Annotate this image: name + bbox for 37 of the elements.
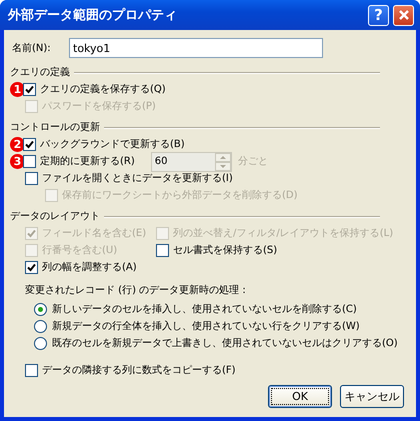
ok-button[interactable]: OK	[268, 385, 332, 408]
radio-label: 新規データの行全体を挿入し、使用されていない行をクリアする(W)	[52, 320, 360, 334]
section-heading: データのレイアウト	[10, 210, 100, 224]
checkbox-label: 列の並べ替え/フィルタ/レイアウトを保持する(L)	[173, 226, 394, 241]
checkbox-label: 列の幅を調整する(A)	[42, 260, 137, 275]
prompt-text: 変更されたレコード (行) のデータ更新時の処理 :	[25, 284, 246, 298]
checkbox-label: 定期的に更新する(R)	[40, 154, 135, 169]
help-button[interactable]: ?	[368, 4, 389, 26]
window-title: 外部データ範囲のプロパティ	[8, 6, 177, 24]
name-field[interactable]: tokyo1	[69, 38, 323, 58]
checkbox[interactable]	[23, 83, 36, 96]
checkbox-label: クエリの定義を保存する(Q)	[40, 82, 166, 97]
radio-button[interactable]	[34, 303, 47, 316]
checkbox[interactable]	[23, 155, 36, 168]
checkbox[interactable]	[25, 172, 38, 185]
checkbox-label: パスワードを保存する(P)	[42, 100, 156, 114]
cancel-button[interactable]: キャンセル	[340, 385, 404, 408]
radio-label: 新しいデータのセルを挿入し、使用されていないセルを削除する(C)	[52, 302, 357, 317]
close-icon[interactable]	[393, 4, 414, 26]
checkbox-label: ファイルを開くときにデータを更新する(I)	[42, 172, 233, 186]
section-heading: クエリの定義	[10, 66, 70, 80]
checkbox-label: バックグラウンドで更新する(B)	[40, 138, 185, 152]
name-label: 名前(N):	[12, 42, 52, 56]
checkbox-label: セル書式を保持する(S)	[173, 244, 278, 258]
radio-label: 既存のセルを新規データで上書きし、使用されていないセルはクリアする(O)	[52, 336, 398, 351]
checkbox[interactable]	[25, 261, 38, 274]
checkbox-label: 行番号を含む(U)	[42, 244, 118, 258]
checkbox[interactable]	[25, 364, 38, 377]
radio-button[interactable]	[34, 320, 47, 333]
unit-label: 分ごと	[238, 155, 268, 169]
checkbox-label: 保存前にワークシートから外部データを削除する(D)	[62, 188, 298, 203]
checkbox-label: データの隣接する列に数式をコピーする(F)	[42, 364, 236, 378]
radio-button[interactable]	[34, 337, 47, 350]
checkbox[interactable]	[23, 138, 36, 151]
checkbox[interactable]	[156, 244, 169, 257]
checkbox-label: フィールド名を含む(E)	[42, 226, 146, 241]
section-heading: コントロールの更新	[10, 120, 100, 135]
